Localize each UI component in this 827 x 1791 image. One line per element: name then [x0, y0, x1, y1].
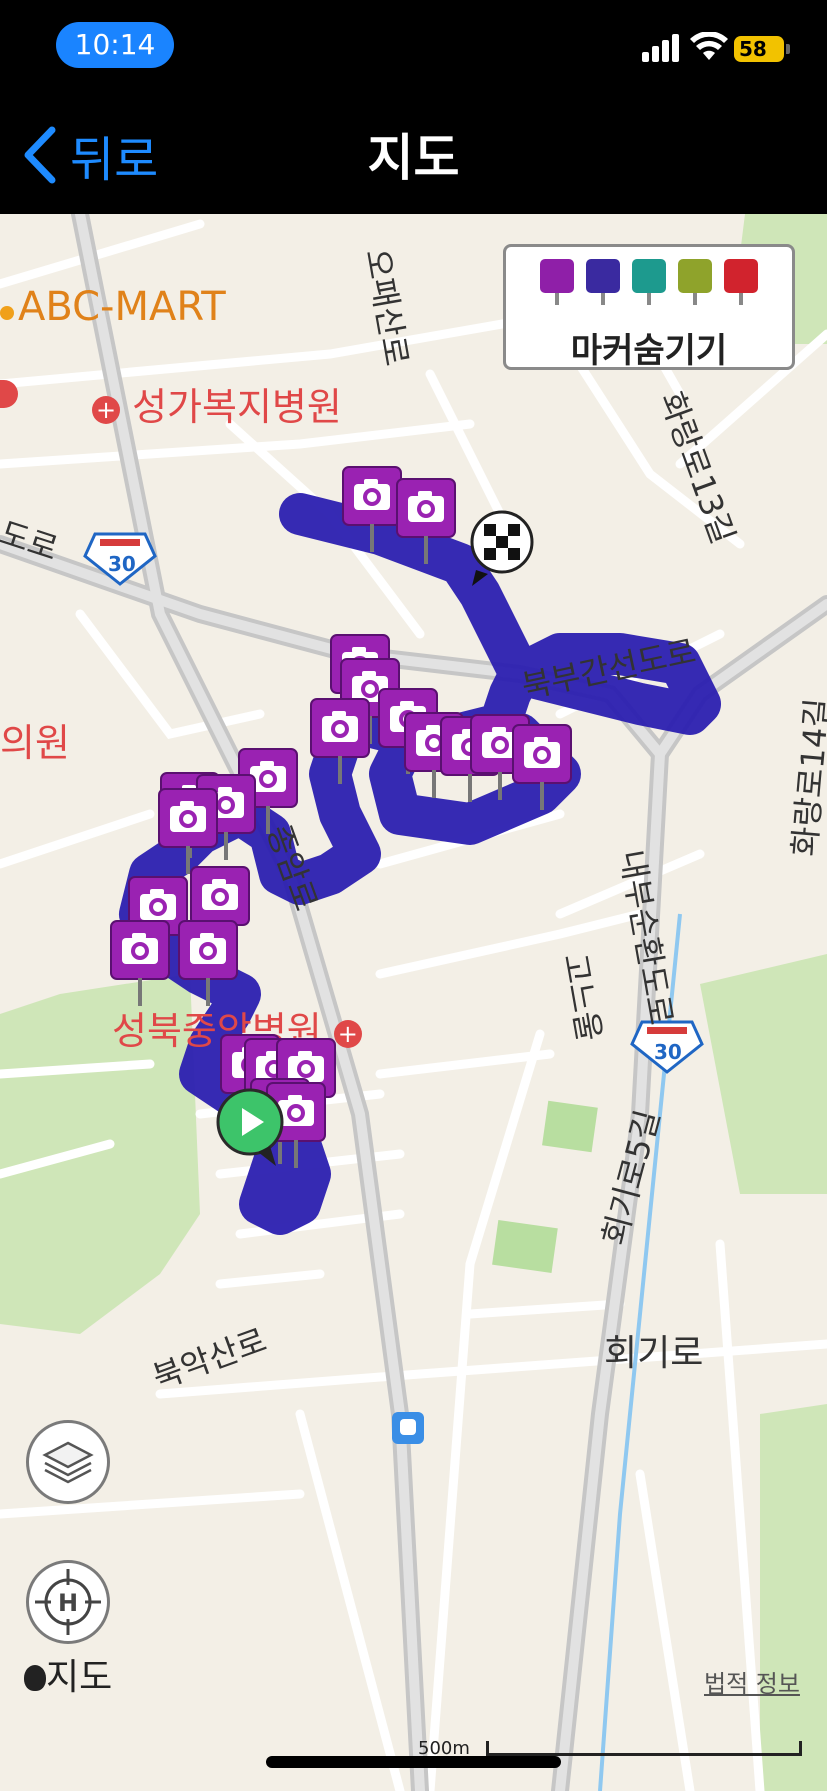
map-view[interactable]: ABC-MART + 성가복지병원 도로 30 30 의원 오패산로 화랑로13… [0, 214, 827, 1791]
cellular-signal-icon [642, 34, 679, 62]
battery-indicator: 58 [734, 36, 784, 62]
photo-marker[interactable] [512, 724, 572, 812]
camera-icon [158, 788, 218, 874]
marker-hide-panel[interactable]: 마커숨기기 [503, 244, 795, 371]
camera-icon [342, 466, 402, 552]
checkered-flag-icon [470, 510, 534, 586]
photo-marker[interactable] [310, 698, 370, 786]
camera-icon [396, 478, 456, 564]
camera-icon [512, 724, 572, 810]
svg-text:H: H [58, 1589, 78, 1617]
road-label-hoegi: 회기로 [604, 1333, 704, 1374]
memo-marker-icon[interactable] [678, 259, 712, 305]
voice-marker-icon[interactable] [632, 259, 666, 305]
photo-marker[interactable] [178, 920, 238, 1008]
play-icon [216, 1088, 284, 1166]
my-location-button[interactable]: H [26, 1560, 110, 1644]
video-marker-icon[interactable] [586, 259, 620, 305]
poi-abc-mart[interactable]: ABC-MART [0, 284, 226, 330]
map-layers-button[interactable] [26, 1420, 110, 1504]
flag-marker-icon[interactable] [724, 259, 758, 305]
abc-mart-icon [0, 306, 14, 320]
photo-marker-icon[interactable] [540, 259, 574, 305]
battery-tip [786, 44, 790, 54]
photo-marker[interactable] [110, 920, 170, 1008]
wifi-icon [690, 32, 728, 60]
start-marker[interactable] [214, 1088, 284, 1166]
scale-bar [486, 1741, 802, 1756]
poi-seongga-hospital[interactable]: + 성가복지병원 [92, 376, 342, 431]
apple-maps-attribution: 지도 [24, 1648, 112, 1700]
camera-icon [178, 920, 238, 1006]
layers-icon [42, 1441, 94, 1484]
marker-type-row [540, 259, 758, 305]
marker-hide-label: 마커숨기기 [570, 331, 728, 371]
home-indicator[interactable] [266, 1756, 561, 1768]
status-time: 10:14 [56, 22, 174, 68]
status-bar: 10:14 58 [0, 0, 827, 90]
page-title: 지도 [367, 129, 460, 187]
route-30-label-b: 30 [654, 1040, 682, 1064]
photo-marker[interactable] [342, 466, 402, 554]
apple-logo-icon [24, 1665, 46, 1691]
poi-clinic[interactable]: 의원 [0, 712, 70, 767]
route-30-label-a: 30 [108, 552, 136, 576]
camera-icon [310, 698, 370, 784]
legal-link[interactable]: 법적 정보 [704, 1664, 800, 1699]
hospital-icon: + [333, 1019, 362, 1048]
camera-icon [110, 920, 170, 1006]
photo-marker[interactable] [158, 788, 218, 876]
hospital-icon: + [92, 395, 120, 424]
photo-marker[interactable] [396, 478, 456, 566]
crosshair-icon: H [35, 1569, 101, 1635]
finish-marker[interactable] [466, 510, 536, 586]
